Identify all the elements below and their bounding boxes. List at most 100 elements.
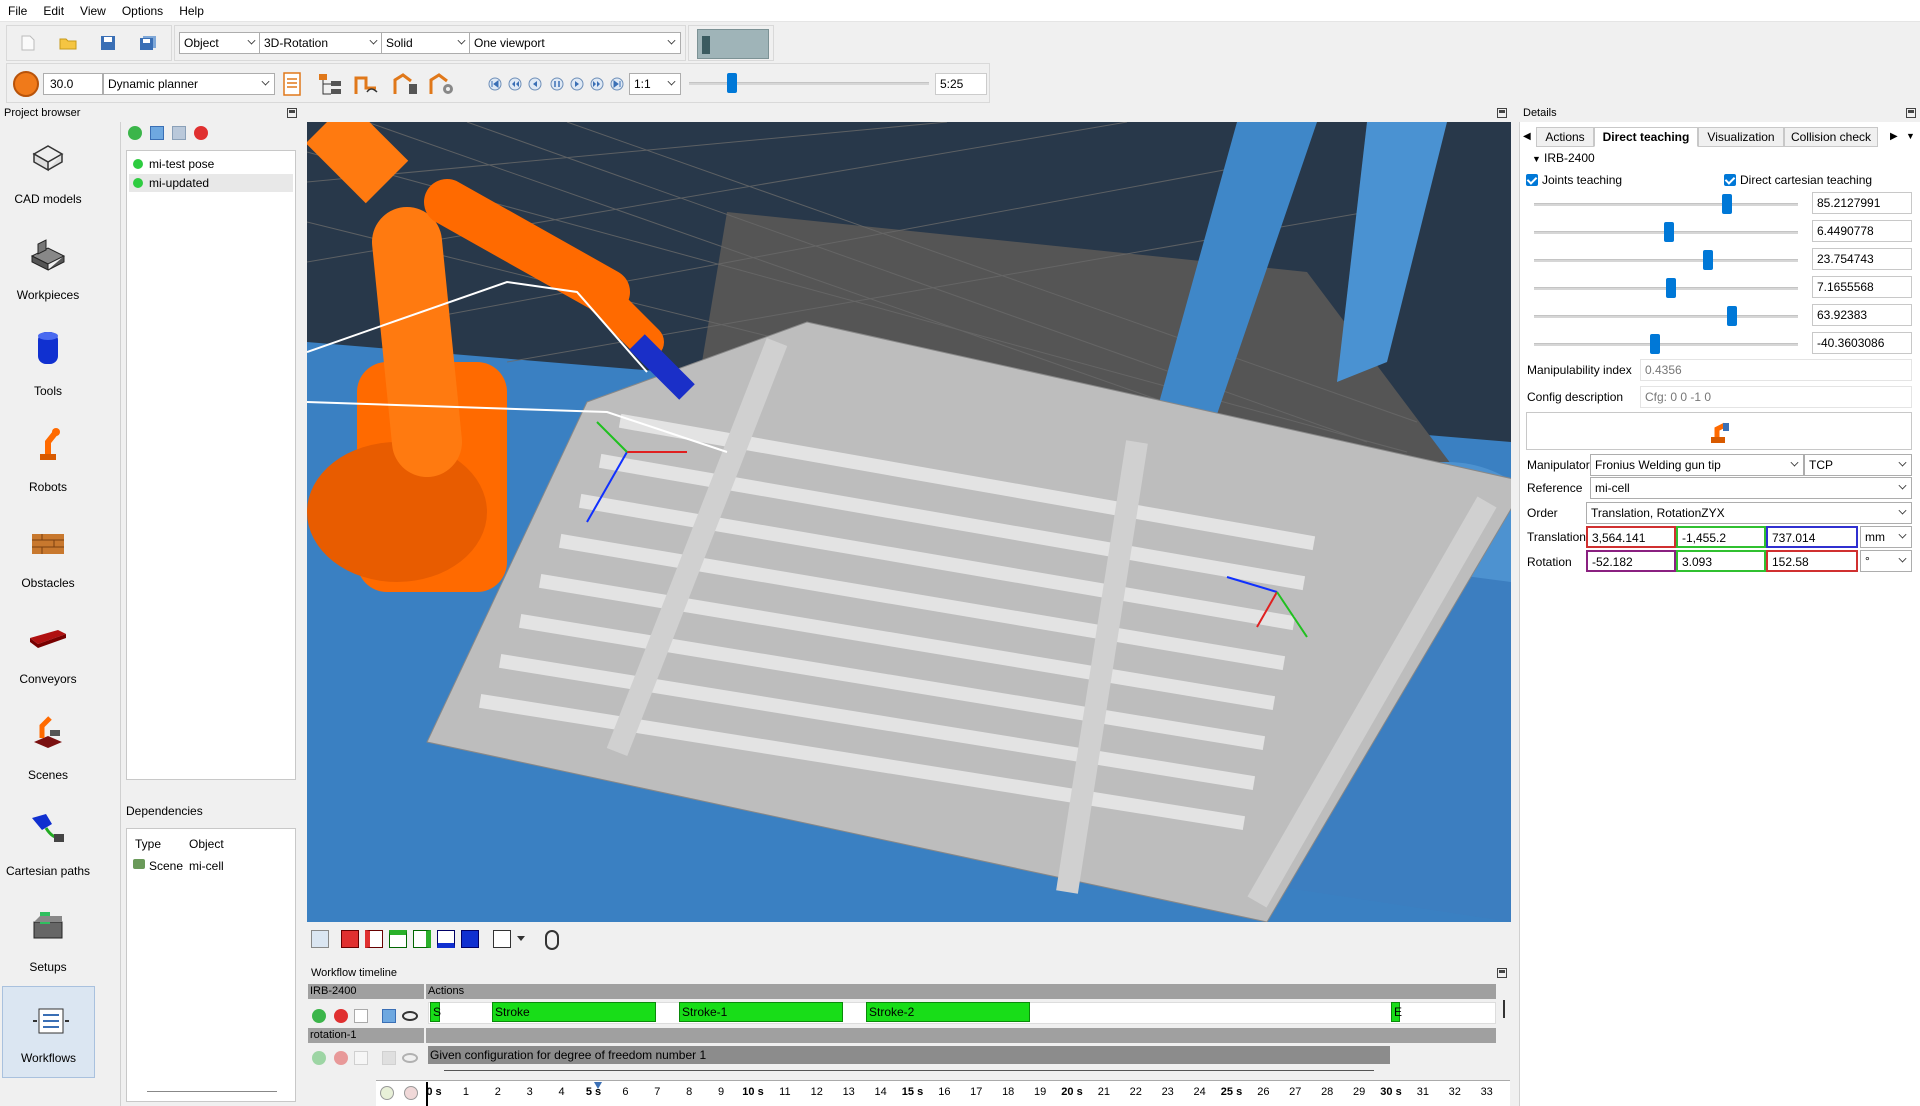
collapse-arrow-icon[interactable]: ▼ [1532,151,1541,167]
skip-start-icon[interactable] [485,71,505,97]
rotation-x-input[interactable]: -52.182 [1586,550,1676,572]
tab-direct-teaching[interactable]: Direct teaching [1594,127,1698,147]
tab-collision-check[interactable]: Collision check [1784,127,1878,147]
translation-z-input[interactable]: 737.014 [1766,526,1858,548]
view-front-icon[interactable] [341,930,359,948]
view-top-icon[interactable] [389,930,407,948]
dock-icon[interactable] [1497,968,1507,978]
edit-icon[interactable] [382,1009,396,1023]
manipulator-point-combo[interactable]: TCP [1804,454,1912,476]
joint-slider-thumb[interactable] [1663,222,1674,242]
rotation-z-input[interactable]: 152.58 [1766,550,1858,572]
joint-value-input[interactable]: 63.92383 [1812,304,1912,326]
joint-slider-track[interactable] [1534,315,1798,318]
view-left-icon[interactable] [365,930,383,948]
robot-path-icon[interactable] [353,71,379,97]
view-bottom-icon[interactable] [437,930,455,948]
viewport-combo[interactable]: One viewport [469,32,681,54]
zoom-in-icon[interactable] [380,1086,394,1100]
add-icon[interactable] [128,126,142,140]
rotation-y-input[interactable]: 3.093 [1676,550,1766,572]
order-combo[interactable]: Translation, RotationZYX [1586,502,1912,524]
skip-end-icon[interactable] [607,71,627,97]
joint-value-input[interactable]: 6.4490778 [1812,220,1912,242]
rotation-segment[interactable]: Given configuration for degree of freedo… [428,1046,1390,1064]
mouse-icon[interactable] [545,930,559,950]
view-iso-icon[interactable] [493,930,511,948]
joint-slider-track[interactable] [1534,343,1798,346]
view-right-icon[interactable] [413,930,431,948]
remove-icon[interactable] [334,1009,348,1023]
play-back-icon[interactable] [525,71,545,97]
cartesian-teaching-checkbox[interactable] [1724,174,1736,186]
joint-slider-track[interactable] [1534,203,1798,206]
step-forward-icon[interactable] [587,71,607,97]
category-obstacles[interactable]: Obstacles [0,506,96,602]
new-file-icon[interactable] [15,30,41,56]
category-workpieces[interactable]: Workpieces [0,218,96,314]
category-cad-models[interactable]: CAD models [0,122,96,218]
chevron-down-icon[interactable] [517,936,525,941]
translation-x-input[interactable]: 3,564.141 [1586,526,1676,548]
reference-combo[interactable]: mi-cell [1590,477,1912,499]
menu-view[interactable]: View [72,0,114,22]
joint-value-input[interactable]: 23.754743 [1812,248,1912,270]
open-folder-icon[interactable] [55,30,81,56]
hierarchy-icon[interactable] [317,71,343,97]
report-icon[interactable] [279,71,305,97]
copy-icon[interactable] [172,126,186,140]
speed-gauge-icon[interactable] [13,71,39,97]
remove-icon[interactable] [194,126,208,140]
menu-edit[interactable]: Edit [35,0,72,22]
menu-file[interactable]: File [0,0,35,22]
list-item[interactable]: mi-test pose [133,155,214,173]
timeline-scrollbar[interactable] [1503,1000,1505,1018]
joint-slider-thumb[interactable] [1703,250,1714,270]
joint-slider-thumb[interactable] [1666,278,1677,298]
edit-icon[interactable] [150,126,164,140]
robot-run-icon[interactable] [391,71,417,97]
render-combo[interactable]: Solid [381,32,471,54]
joints-teaching-checkbox[interactable] [1526,174,1538,186]
dock-icon[interactable] [1906,108,1916,118]
playhead-marker[interactable] [594,1082,602,1089]
pause-icon[interactable] [547,71,567,97]
manipulator-combo[interactable]: Fronius Welding gun tip [1590,454,1804,476]
segment-end[interactable]: E [1391,1002,1402,1022]
step-back-icon[interactable] [505,71,525,97]
category-workflows[interactable]: Workflows [2,986,95,1078]
translation-y-input[interactable]: -1,455.2 [1676,526,1766,548]
joint-value-input[interactable]: 85.2127991 [1812,192,1912,214]
category-tools[interactable]: Tools [0,314,96,410]
segment-stroke-2[interactable]: Stroke-2 [866,1002,1030,1022]
tab-scroll-right-icon[interactable]: ▶ [1890,131,1898,142]
category-scenes[interactable]: Scenes [0,698,96,794]
thumbnail-icon[interactable] [697,29,769,59]
ratio-combo[interactable]: 1:1 [629,73,681,95]
joint-slider-track[interactable] [1534,259,1798,262]
eye-icon[interactable] [402,1011,418,1021]
category-cartesian-paths[interactable]: Cartesian paths [0,794,96,890]
view-back-icon[interactable] [461,930,479,948]
timeline-slider-track[interactable] [689,82,929,85]
robot-settings-icon[interactable] [427,71,453,97]
3d-viewport[interactable] [307,122,1511,922]
translation-unit-combo[interactable]: mm [1860,526,1912,548]
tab-actions[interactable]: Actions [1536,127,1594,147]
dock-icon[interactable] [287,108,297,118]
zoom-out-icon[interactable] [404,1086,418,1100]
tab-scroll-left-icon[interactable]: ◀ [1523,131,1531,142]
dropdown-icon[interactable] [354,1009,368,1023]
joint-value-input[interactable]: 7.1655568 [1812,276,1912,298]
save-icon[interactable] [95,30,121,56]
add-icon[interactable] [312,1009,326,1023]
category-robots[interactable]: Robots [0,410,96,506]
tab-visualization[interactable]: Visualization [1698,127,1784,147]
list-item[interactable]: mi-updated [129,174,293,192]
speed-input[interactable]: 30.0 [43,73,103,95]
joint-slider-thumb[interactable] [1721,194,1732,214]
segment-stroke-1[interactable]: Stroke-1 [679,1002,843,1022]
mode-combo[interactable]: Object [179,32,261,54]
teach-robot-button[interactable] [1526,412,1912,450]
rotation-combo[interactable]: 3D-Rotation [259,32,383,54]
